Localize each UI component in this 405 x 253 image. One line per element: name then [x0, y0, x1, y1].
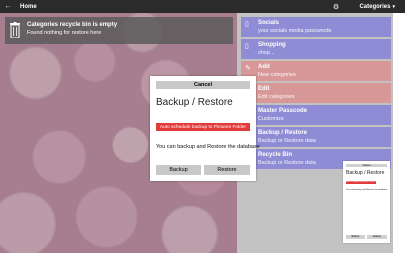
back-arrow-icon[interactable]: ← — [0, 3, 16, 10]
app-window: ← Home ⚙ Categories ▾ Categories recycle… — [0, 0, 405, 253]
tile-subtitle: Customize — [258, 116, 284, 122]
backup-button[interactable]: Backup — [156, 165, 201, 175]
tile-title: Recycle Bin — [258, 152, 293, 158]
pencil-icon: ✎ — [245, 65, 251, 72]
categories-panel: ▯ Socials your socials media passwords ▯… — [241, 17, 391, 171]
banner-title: Categories recycle bin is empty — [27, 22, 118, 28]
tile-title: Master Passcode — [258, 108, 308, 114]
tile-subtitle: New categories — [258, 72, 296, 78]
categories-label: Categories — [359, 3, 391, 10]
preview-description: You can backup and Restore the database — [346, 189, 388, 191]
title-bar: ← Home ⚙ Categories ▾ — [0, 0, 405, 13]
tile-title: Add — [258, 64, 270, 70]
preview-restore-button: Restore — [367, 235, 387, 239]
tile-edit[interactable]: Edit Edit categories — [241, 83, 391, 103]
tile-title: Shopping — [258, 42, 286, 48]
gear-icon[interactable]: ⚙ — [329, 0, 343, 13]
tile-add[interactable]: ✎ Add New categories — [241, 61, 391, 81]
restore-button[interactable]: Restore — [204, 165, 250, 175]
tile-title: Edit — [258, 86, 270, 92]
window-edge — [393, 13, 405, 253]
trash-icon — [10, 22, 20, 38]
tile-shopping[interactable]: ▯ Shopping shop... — [241, 39, 391, 59]
preview-auto-schedule: Auto schedule backup to Pictures Folder — [346, 181, 376, 184]
dialog-title: Backup / Restore — [156, 97, 233, 108]
preview-cancel-button: Cancel — [346, 164, 387, 167]
tile-subtitle: Edit categories — [258, 94, 295, 100]
auto-schedule-button[interactable]: Auto schedule backup to Pictures Folder — [156, 123, 250, 131]
banner-subtitle: Found nothing for restore here — [27, 30, 102, 36]
backup-restore-dialog: Cancel Backup / Restore Auto schedule ba… — [150, 76, 260, 181]
dialog-description: You can backup and Restore the database — [156, 144, 260, 150]
tile-master-passcode[interactable]: Master Passcode Customize — [241, 105, 391, 125]
recycle-bin-banner: Categories recycle bin is empty Found no… — [5, 17, 233, 44]
phone-icon: ▯ — [245, 43, 249, 50]
page-title: Home — [20, 3, 37, 10]
phone-icon: ▯ — [245, 21, 249, 28]
backup-restore-preview: Cancel Backup / Restore Auto schedule ba… — [343, 161, 390, 243]
tile-title: Backup / Restore — [258, 130, 308, 136]
cancel-button[interactable]: Cancel — [156, 81, 250, 89]
categories-menu[interactable]: Categories ▾ — [359, 0, 395, 13]
preview-title: Backup / Restore — [346, 170, 385, 176]
tile-subtitle: shop... — [258, 50, 275, 56]
tile-socials[interactable]: ▯ Socials your socials media passwords — [241, 17, 391, 37]
tile-title: Socials — [258, 20, 280, 26]
tile-backup-restore[interactable]: Backup / Restore Backup or Restore data — [241, 127, 391, 147]
preview-backup-button: Backup — [346, 235, 365, 239]
chevron-down-icon: ▾ — [392, 3, 395, 10]
tile-subtitle: Backup or Restore data — [258, 160, 316, 166]
tile-subtitle: your socials media passwords — [258, 28, 332, 34]
tile-subtitle: Backup or Restore data — [258, 138, 316, 144]
